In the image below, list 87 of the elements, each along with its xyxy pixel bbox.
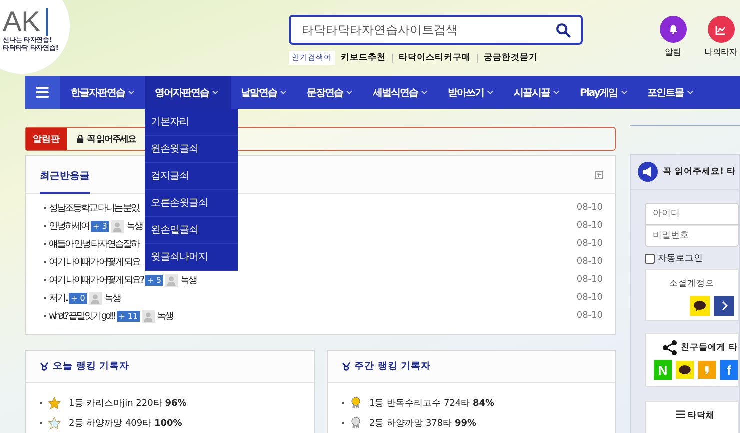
ranking-entry: 1등 반독수리고수 724타 84% bbox=[370, 398, 495, 410]
post-date: 08-10 bbox=[576, 293, 603, 303]
post-title[interactable]: 성남조등학교 다니는 분있 bbox=[49, 202, 140, 214]
caret-icon bbox=[553, 90, 560, 95]
medal-icon bbox=[40, 362, 49, 371]
comment-count: + 3 bbox=[91, 220, 110, 232]
notice-label: 알림판 bbox=[26, 128, 67, 150]
notice-link[interactable]: 꼭 읽어주세요! 타 bbox=[663, 166, 736, 178]
caret-icon bbox=[421, 90, 428, 95]
post-date: 08-10 bbox=[576, 221, 603, 231]
search-input[interactable]: 타닥타닥타자연습사이트검색 bbox=[300, 22, 556, 38]
nav-menu-item[interactable]: 영어자판연습 bbox=[145, 76, 231, 109]
caret-icon bbox=[128, 90, 135, 95]
checkbox[interactable] bbox=[645, 254, 655, 264]
post-date: 08-10 bbox=[576, 239, 603, 249]
post-author: 녹생 bbox=[157, 310, 174, 322]
nav-menu-item[interactable]: 문장연습 bbox=[297, 76, 363, 109]
ranking-entry: 2등 하양까망 409타 100% bbox=[69, 418, 182, 430]
nav-menu-item[interactable]: 포인트몰 bbox=[638, 76, 704, 109]
avatar-icon bbox=[142, 310, 156, 322]
post-date: 08-10 bbox=[576, 275, 603, 285]
id-field[interactable]: 아이디 bbox=[645, 203, 739, 225]
popular-search-link[interactable]: 타닥이스티커구매 bbox=[399, 52, 471, 64]
expand-icon[interactable] bbox=[595, 170, 603, 178]
comment-count: + 11 bbox=[116, 310, 140, 322]
caret-icon bbox=[280, 90, 287, 95]
share-button[interactable]: f bbox=[720, 360, 738, 380]
lock-icon bbox=[77, 134, 84, 144]
post-title[interactable]: 저기.. bbox=[49, 292, 68, 304]
search-icon[interactable] bbox=[556, 22, 571, 38]
caret-icon bbox=[686, 90, 694, 95]
nav-menu-item[interactable]: Play게임 bbox=[570, 76, 638, 109]
medal-icon bbox=[342, 362, 350, 371]
ranking-title: 오늘 랭킹 기록자 bbox=[53, 360, 130, 373]
avatar-icon bbox=[165, 274, 178, 286]
quick-menu-label: 알림 bbox=[664, 47, 682, 59]
share-icon bbox=[662, 340, 678, 356]
caret-icon bbox=[620, 90, 628, 95]
post-date: 08-10 bbox=[576, 311, 603, 321]
notice-text: 꼭 읽어주세요 bbox=[87, 134, 136, 146]
post-title[interactable]: 안녕하세여 bbox=[49, 220, 89, 232]
ranking-title: 주간 랭킹 기록자 bbox=[354, 360, 432, 373]
nav-menu-item[interactable]: 시끌시끌 bbox=[504, 76, 570, 109]
post-author: 녹생 bbox=[104, 292, 120, 304]
chat-bubble-icon[interactable] bbox=[676, 360, 694, 380]
list-icon bbox=[676, 410, 685, 419]
nav-menu-item[interactable]: 한글자판연습 bbox=[61, 76, 145, 109]
nav-menu-item[interactable]: 받아쓰기 bbox=[438, 76, 504, 109]
social-login-label: 소셜계정으 bbox=[670, 278, 714, 290]
recent-posts-tab[interactable]: 최근반응글 bbox=[40, 169, 90, 194]
quick-menu-button[interactable] bbox=[660, 16, 686, 43]
ranking-entry: 2등 하양까망 378타 99% bbox=[370, 418, 477, 430]
password-field[interactable]: 비밀번호 bbox=[645, 225, 739, 247]
quick-menu-label: 나의타자 bbox=[704, 47, 738, 59]
share-label: 친구들에게 타 bbox=[681, 342, 738, 354]
popular-search-link[interactable]: 궁금한것묻기 bbox=[484, 52, 538, 64]
post-title[interactable]: 여기 나이때가 어떻게 되요 bbox=[49, 256, 140, 268]
dropdown-item[interactable]: 기본자리 bbox=[145, 109, 238, 136]
post-date: 08-10 bbox=[576, 203, 603, 213]
chat-title: 타닥채 bbox=[688, 410, 715, 422]
ranking-entry: 1등 카리스마jin 220타 96% bbox=[69, 398, 187, 410]
caret-icon bbox=[487, 90, 494, 95]
menu-icon bbox=[36, 87, 49, 98]
caret-icon bbox=[212, 90, 219, 95]
megaphone-icon bbox=[638, 162, 658, 182]
comment-count: + 0 bbox=[69, 292, 88, 304]
post-author: 녹생 bbox=[126, 220, 142, 232]
popular-search-link[interactable]: 키보드추천 bbox=[341, 52, 386, 64]
nav-menu-item[interactable]: 세벌식연습 bbox=[363, 76, 438, 109]
post-title[interactable]: 여기 나이때가 어떻게 되요? bbox=[49, 274, 144, 286]
chat-bubble-icon[interactable] bbox=[690, 296, 710, 316]
search-field[interactable]: 타닥타닥타자연습사이트검색 bbox=[289, 15, 583, 45]
post-title[interactable]: what? 끝말잇기 go!!! bbox=[49, 310, 115, 322]
quick-menu-button[interactable] bbox=[708, 16, 734, 43]
chart-icon bbox=[715, 24, 727, 36]
caret-icon bbox=[346, 90, 353, 95]
post-date: 08-10 bbox=[576, 257, 603, 267]
nav-menu-item[interactable]: 낱말연습 bbox=[231, 76, 297, 109]
post-title[interactable]: 얘들아 안녕 타자연습잘하 bbox=[49, 238, 140, 250]
auto-login-label: 자동로그인 bbox=[658, 253, 703, 265]
avatar-icon bbox=[111, 220, 124, 232]
post-author: 녹생 bbox=[180, 274, 196, 286]
comment-count: + 5 bbox=[145, 274, 164, 286]
logo-mark: AK bbox=[3, 8, 48, 36]
bell-icon bbox=[668, 24, 678, 35]
avatar-icon bbox=[89, 292, 102, 304]
menu-button[interactable] bbox=[25, 76, 60, 109]
